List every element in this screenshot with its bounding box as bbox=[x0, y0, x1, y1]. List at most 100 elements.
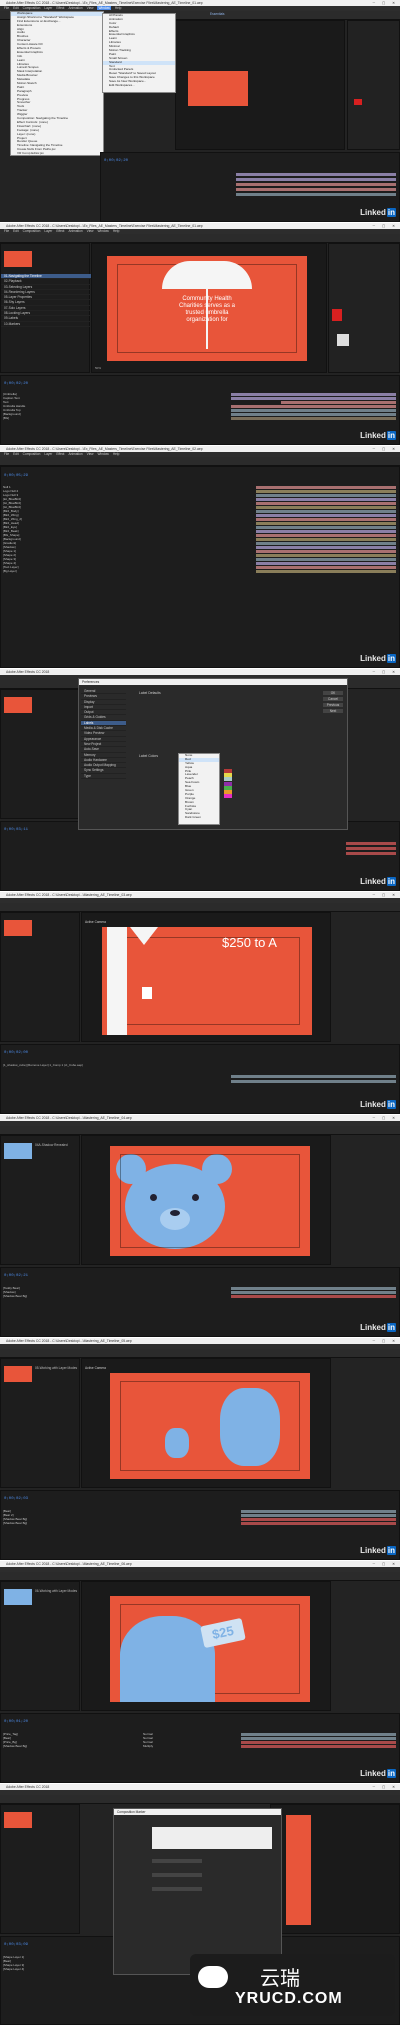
layer-bar[interactable] bbox=[256, 570, 396, 573]
previous-button[interactable]: Previous bbox=[323, 703, 343, 707]
layer-bar[interactable] bbox=[241, 1510, 396, 1513]
layer-bar[interactable] bbox=[256, 486, 396, 489]
menu-view[interactable]: View bbox=[87, 229, 94, 233]
layer-bar[interactable] bbox=[256, 566, 396, 569]
layer-bar[interactable] bbox=[231, 417, 396, 420]
layer-row[interactable]: [1_shadow_cube] [Remove Layer] 1_Comp 1 … bbox=[3, 1063, 83, 1067]
timecode[interactable]: 0;00;03;09 bbox=[4, 1943, 28, 1947]
layer-bar[interactable] bbox=[231, 409, 396, 412]
menu-composition[interactable]: Composition bbox=[23, 452, 41, 456]
layer-bar[interactable] bbox=[256, 502, 396, 505]
layer-bar[interactable] bbox=[256, 534, 396, 537]
menu-help[interactable]: Help bbox=[113, 229, 120, 233]
layer-bar[interactable] bbox=[256, 522, 396, 525]
menu-animation[interactable]: Animation bbox=[68, 229, 82, 233]
layer-bar[interactable] bbox=[256, 558, 396, 561]
marker-field[interactable] bbox=[152, 1887, 202, 1891]
layer-bar[interactable] bbox=[241, 1522, 396, 1525]
menu-effect[interactable]: Effect bbox=[56, 6, 64, 10]
timecode[interactable]: 0;00;01;20 bbox=[4, 1720, 28, 1724]
dropdown-option[interactable]: Dark Green bbox=[179, 815, 219, 820]
layer-row[interactable]: [Bg Layer] bbox=[1, 569, 211, 573]
swatch-fuchsia[interactable] bbox=[224, 794, 232, 799]
cancel-button[interactable]: Cancel bbox=[323, 697, 343, 701]
layer-bar[interactable] bbox=[256, 554, 396, 557]
layer-bar[interactable] bbox=[241, 1741, 396, 1744]
layer-bar[interactable] bbox=[256, 494, 396, 497]
menu-window[interactable]: Window bbox=[97, 229, 108, 233]
layer-bar[interactable] bbox=[241, 1514, 396, 1517]
layer-bar[interactable] bbox=[256, 562, 396, 565]
layer-bar[interactable] bbox=[241, 1737, 396, 1740]
composition-canvas[interactable]: Community Health Charities serves as a t… bbox=[107, 256, 307, 361]
layer-bar[interactable] bbox=[231, 1075, 396, 1078]
marker-field[interactable] bbox=[152, 1873, 202, 1877]
layer-bar[interactable] bbox=[256, 546, 396, 549]
menu-composition[interactable]: Composition bbox=[23, 229, 41, 233]
composition-canvas[interactable] bbox=[286, 1815, 311, 1925]
layer-bar[interactable] bbox=[236, 188, 396, 191]
composition-canvas[interactable]: $25 bbox=[110, 1596, 310, 1702]
zoom-level[interactable]: 50% bbox=[95, 366, 101, 370]
menu-effect[interactable]: Effect bbox=[56, 229, 64, 233]
menu-layer[interactable]: Layer bbox=[44, 452, 52, 456]
workspace-label[interactable]: Essentials bbox=[210, 12, 225, 16]
color-swatch[interactable] bbox=[354, 99, 362, 105]
menu-item[interactable]: Edit Workspaces... bbox=[103, 83, 175, 88]
layer-bar[interactable] bbox=[241, 1518, 396, 1521]
layer-bar[interactable] bbox=[281, 401, 396, 404]
timecode[interactable]: 0;00;02;03 bbox=[4, 1497, 28, 1501]
layer-bar[interactable] bbox=[236, 173, 396, 176]
menu-help[interactable]: Help bbox=[113, 452, 120, 456]
layer-bar[interactable] bbox=[256, 498, 396, 501]
composition-canvas[interactable] bbox=[188, 71, 248, 106]
layer-row[interactable]: [BG] bbox=[1, 416, 181, 420]
layer-bar[interactable] bbox=[231, 1080, 396, 1083]
project-item[interactable]: 10-Markers bbox=[1, 322, 91, 327]
menu-layer[interactable]: Layer bbox=[44, 229, 52, 233]
timecode[interactable]: 0;00;03;11 bbox=[4, 828, 28, 832]
composition-canvas[interactable] bbox=[110, 1373, 310, 1479]
layer-bar[interactable] bbox=[231, 413, 396, 416]
layer-bar[interactable] bbox=[256, 490, 396, 493]
layer-bar[interactable] bbox=[236, 193, 396, 196]
next-button[interactable]: Next bbox=[323, 709, 343, 713]
pref-category[interactable]: Type bbox=[81, 774, 126, 780]
layer-bar[interactable] bbox=[256, 530, 396, 533]
layer-bar[interactable] bbox=[256, 514, 396, 517]
menu-help[interactable]: Help bbox=[115, 6, 122, 10]
timecode[interactable]: 0;00;02;20 bbox=[104, 159, 128, 163]
layer-bar[interactable] bbox=[231, 397, 396, 400]
composition-canvas[interactable] bbox=[110, 1146, 310, 1256]
menu-animation[interactable]: Animation bbox=[68, 452, 82, 456]
menu-view[interactable]: View bbox=[87, 452, 94, 456]
marker-field[interactable] bbox=[152, 1859, 202, 1863]
layer-bar[interactable] bbox=[256, 542, 396, 545]
layer-row[interactable]: [Shadow Bear Bg] bbox=[1, 1521, 181, 1525]
composition-canvas[interactable]: $250 to A bbox=[102, 927, 312, 1035]
marker-comment-field[interactable] bbox=[152, 1827, 272, 1849]
layer-bar[interactable] bbox=[346, 852, 396, 855]
menu-window[interactable]: Window bbox=[97, 6, 111, 10]
layer-bar[interactable] bbox=[241, 1733, 396, 1736]
layer-bar[interactable] bbox=[256, 526, 396, 529]
layer-row[interactable]: [Shadow Bear Bg] bbox=[1, 1294, 181, 1298]
menu-edit[interactable]: Edit bbox=[13, 6, 19, 10]
layer-bar[interactable] bbox=[256, 538, 396, 541]
layer-bar[interactable] bbox=[236, 178, 396, 181]
layer-bar[interactable] bbox=[346, 842, 396, 845]
menu-file[interactable]: File bbox=[4, 229, 9, 233]
menu-edit[interactable]: Edit bbox=[13, 229, 19, 233]
layer-bar[interactable] bbox=[231, 1291, 396, 1294]
menu-file[interactable]: File bbox=[4, 452, 9, 456]
layer-bar[interactable] bbox=[231, 1295, 396, 1298]
timecode[interactable]: 0;00;02;21 bbox=[4, 1274, 28, 1278]
layer-bar[interactable] bbox=[241, 1745, 396, 1748]
layer-bar[interactable] bbox=[256, 550, 396, 553]
menu-file[interactable]: File bbox=[4, 6, 9, 10]
layer-bar[interactable] bbox=[231, 405, 396, 408]
layer-bar[interactable] bbox=[236, 183, 396, 186]
layer-bar[interactable] bbox=[256, 518, 396, 521]
menu-animation[interactable]: Animation bbox=[68, 6, 82, 10]
layer-bar[interactable] bbox=[231, 1287, 396, 1290]
